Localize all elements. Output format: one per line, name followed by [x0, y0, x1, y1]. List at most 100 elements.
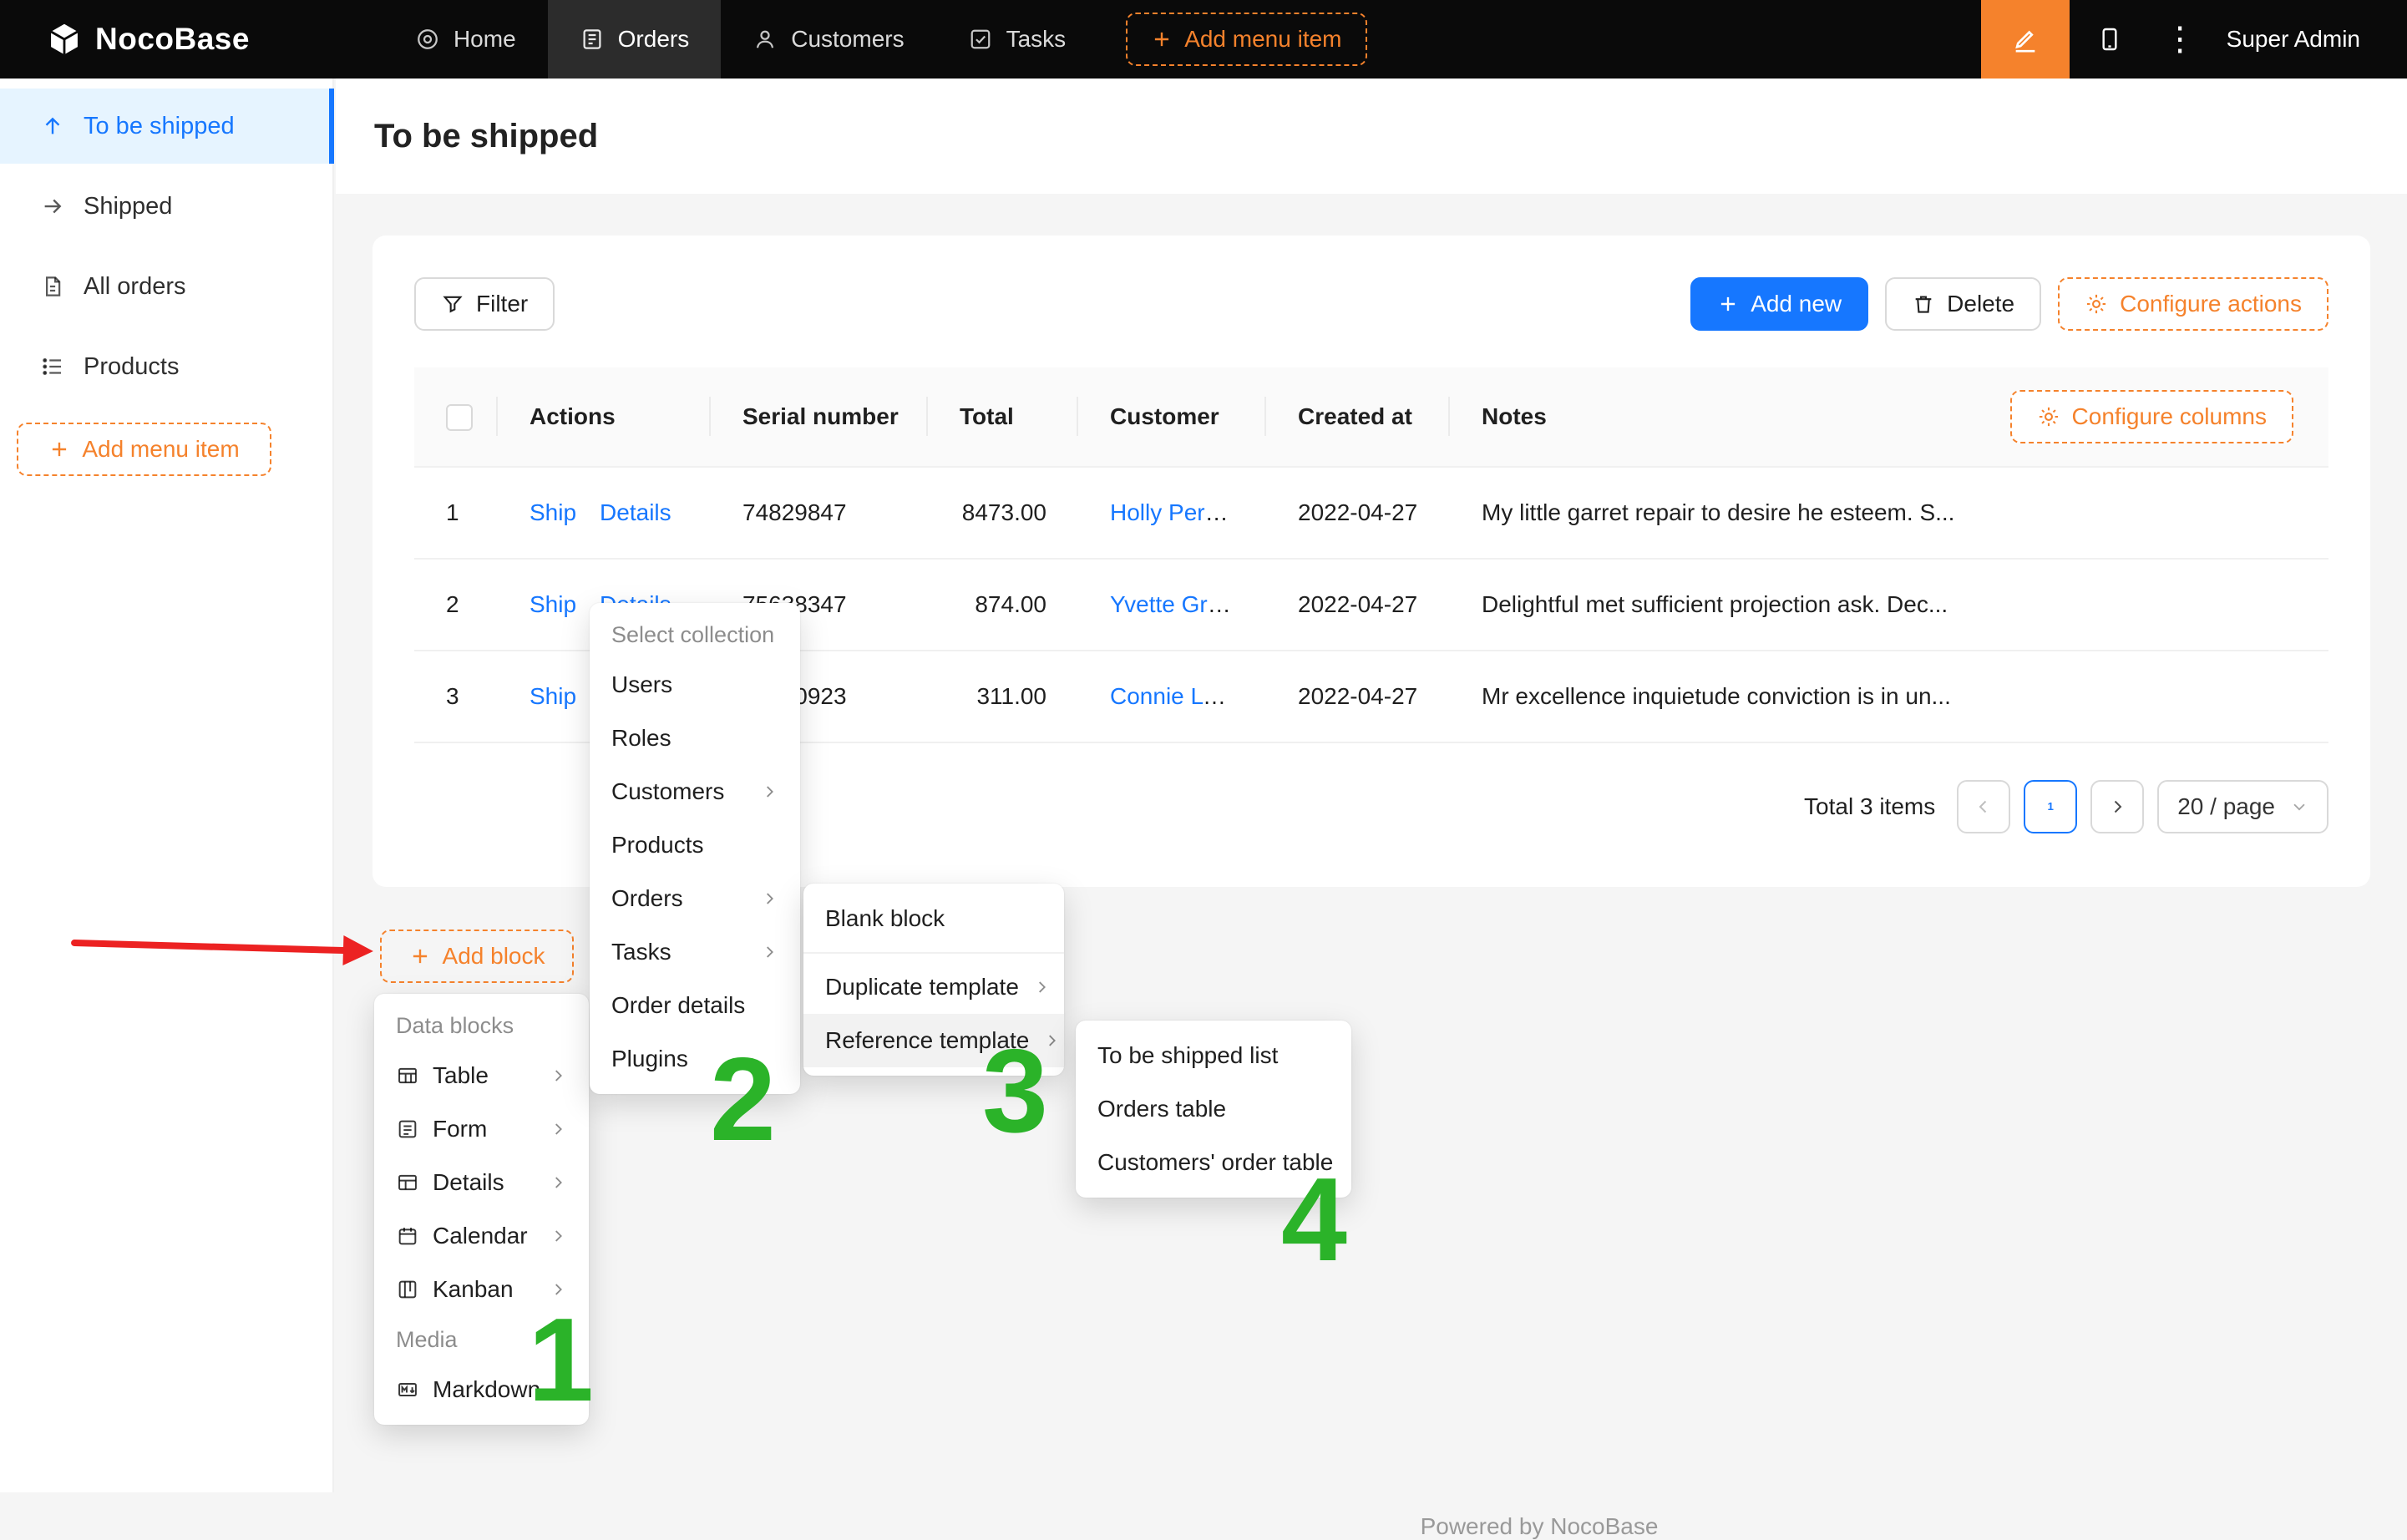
menu-item-label: Customers [611, 778, 724, 805]
sidebar-item-all-orders[interactable]: All orders [0, 249, 332, 324]
customer-link[interactable]: Holly Perkins [1110, 499, 1246, 525]
menu-item-users[interactable]: Users [590, 658, 800, 712]
step-annotation-1: 1 [528, 1301, 594, 1420]
ship-link[interactable]: Ship [530, 591, 576, 618]
navbar-right: ⋮ Super Admin [1981, 0, 2407, 79]
cell-serial: 74829847 [711, 467, 928, 559]
form-block-icon [396, 1117, 419, 1141]
page-size-value: 20 / page [2177, 793, 2275, 820]
ship-link[interactable]: Ship [530, 499, 576, 526]
column-header-created: Created at [1266, 367, 1450, 467]
details-link[interactable]: Details [600, 499, 671, 526]
configure-actions-button[interactable]: Configure actions [2058, 277, 2328, 331]
menu-item-tasks[interactable]: Tasks [590, 925, 800, 979]
highlighter-icon [2011, 25, 2040, 53]
customers-icon [753, 27, 778, 52]
menu-item-roles[interactable]: Roles [590, 712, 800, 765]
cell-customer: Connie Lyons [1078, 651, 1266, 742]
menu-item-label: Duplicate template [825, 974, 1019, 1000]
nav-item-orders[interactable]: Orders [548, 0, 722, 79]
file-icon [40, 274, 65, 299]
page-size-select[interactable]: 20 / page [2157, 780, 2328, 833]
nav-item-label: Orders [618, 26, 690, 53]
top-navbar: NocoBase Home Orders Customers Tasks [0, 0, 2407, 79]
sidebar-item-label: All orders [84, 273, 186, 301]
menu-item-products[interactable]: Products [590, 818, 800, 872]
gear-icon [2085, 292, 2108, 316]
menu-item-label: Markdown [433, 1376, 540, 1403]
cell-created: 2022-04-27 [1266, 559, 1450, 651]
delete-button-label: Delete [1947, 291, 2014, 317]
prev-page-button[interactable] [1957, 780, 2010, 833]
step-annotation-3: 3 [982, 1032, 1048, 1151]
arrow-up-icon [40, 114, 65, 139]
step-annotation-2: 2 [710, 1041, 776, 1159]
toolbar-actions: Add new Delete Configure actions [1690, 277, 2328, 331]
delete-button[interactable]: Delete [1885, 277, 2041, 331]
customer-link[interactable]: Yvette Gross [1110, 591, 1244, 617]
cell-index: 2 [414, 559, 498, 651]
nav-item-label: Tasks [1006, 26, 1067, 53]
select-all-checkbox[interactable] [446, 404, 473, 431]
menu-item-calendar[interactable]: Calendar [374, 1209, 589, 1263]
sidebar-item-label: To be shipped [84, 113, 235, 140]
table-header-row: Actions Serial number Total Customer Cre… [414, 367, 2328, 467]
chevron-right-icon [2107, 797, 2127, 817]
nav-add-menu-item-label: Add menu item [1184, 26, 1341, 53]
menu-item-to-be-shipped-list[interactable]: To be shipped list [1076, 1029, 1351, 1082]
menu-item-duplicate-template[interactable]: Duplicate template [803, 960, 1064, 1014]
filter-button[interactable]: Filter [414, 277, 555, 331]
nocobase-logo[interactable]: NocoBase [0, 22, 283, 57]
more-menu-button[interactable]: ⋮ [2150, 0, 2212, 79]
sidebar-item-products[interactable]: Products [0, 329, 332, 404]
add-block-button-label: Add block [443, 943, 545, 970]
plus-icon [1151, 28, 1173, 50]
menu-item-details[interactable]: Details [374, 1156, 589, 1209]
configure-columns-button[interactable]: Configure columns [2010, 390, 2293, 443]
menu-item-form[interactable]: Form [374, 1102, 589, 1156]
nav-item-customers[interactable]: Customers [721, 0, 935, 79]
nav-add-menu-item-button[interactable]: Add menu item [1126, 13, 1366, 66]
markdown-block-icon [396, 1378, 419, 1401]
sidebar-item-to-be-shipped[interactable]: To be shipped [0, 89, 332, 164]
main-nav: Home Orders Customers Tasks Add menu ite… [383, 0, 1367, 79]
cell-customer: Holly Perkins [1078, 467, 1266, 559]
nav-item-tasks[interactable]: Tasks [936, 0, 1098, 79]
page-number-button[interactable]: 1 [2024, 780, 2077, 833]
configure-actions-button-label: Configure actions [2120, 291, 2302, 317]
page-title: To be shipped [374, 118, 598, 155]
list-icon [40, 354, 65, 379]
next-page-button[interactable] [2090, 780, 2144, 833]
kebab-icon: ⋮ [2163, 20, 2197, 58]
menu-item-orders-table[interactable]: Orders table [1076, 1082, 1351, 1136]
ship-link[interactable]: Ship [530, 683, 576, 710]
add-new-button[interactable]: Add new [1690, 277, 1868, 331]
arrow-right-icon [40, 194, 65, 219]
menu-item-table[interactable]: Table [374, 1049, 589, 1102]
menu-item-order-details[interactable]: Order details [590, 979, 800, 1032]
customer-link[interactable]: Connie Lyons [1110, 683, 1252, 709]
add-block-button[interactable]: Add block [380, 930, 574, 983]
nav-item-home[interactable]: Home [383, 0, 548, 79]
step-annotation-4: 4 [1281, 1161, 1347, 1279]
menu-item-label: Plugins [611, 1046, 688, 1072]
menu-item-label: Table [433, 1062, 489, 1089]
chevron-left-icon [1974, 797, 1994, 817]
menu-item-customers[interactable]: Customers [590, 765, 800, 818]
powered-by-footer: Powered by NocoBase [671, 1513, 2407, 1540]
column-header-actions: Actions [498, 367, 711, 467]
home-icon [415, 27, 440, 52]
ui-editor-button[interactable] [1981, 0, 2070, 79]
menu-item-blank-block[interactable]: Blank block [803, 892, 1064, 945]
sidebar-item-shipped[interactable]: Shipped [0, 169, 332, 244]
add-new-button-label: Add new [1751, 291, 1842, 317]
menu-item-orders[interactable]: Orders [590, 872, 800, 925]
chevron-right-icon [1032, 978, 1051, 996]
cell-created: 2022-04-27 [1266, 467, 1450, 559]
sidebar-add-menu-item-button[interactable]: Add menu item [17, 423, 271, 476]
mobile-client-button[interactable] [2070, 0, 2150, 79]
user-menu[interactable]: Super Admin [2212, 26, 2407, 53]
cell-customer: Yvette Gross [1078, 559, 1266, 651]
table-block-icon [396, 1064, 419, 1087]
sidebar: To be shipped Shipped All orders Product… [0, 79, 334, 1492]
